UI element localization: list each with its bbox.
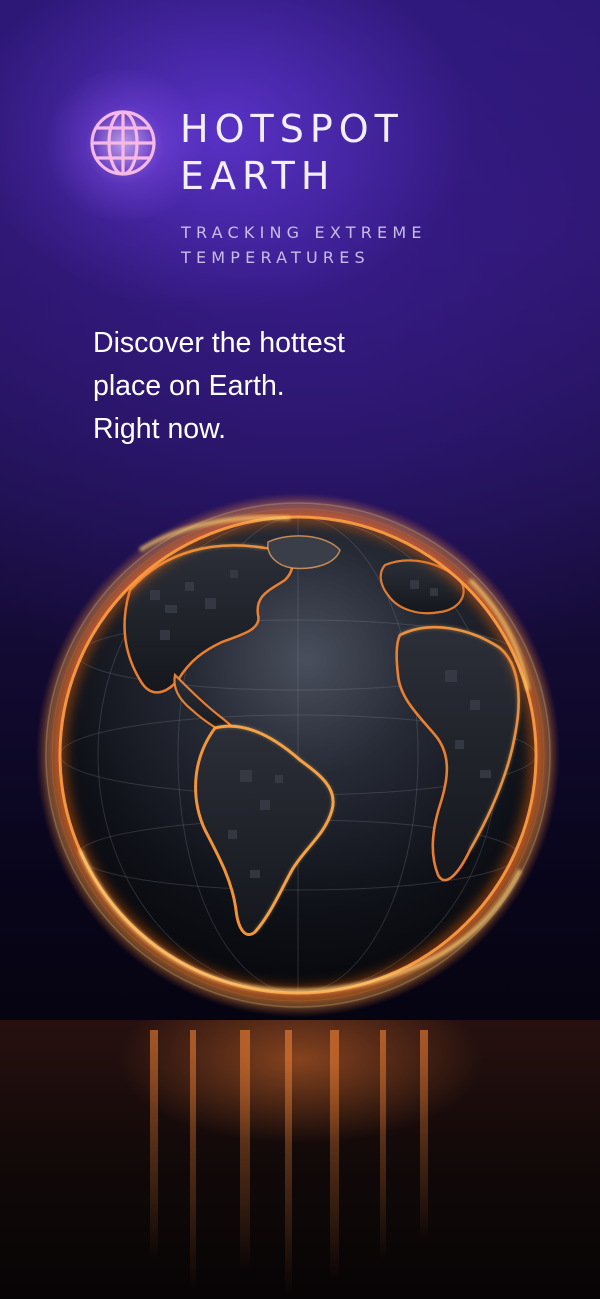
hero-headline: Discover the hottest place on Earth. Rig… <box>93 322 345 451</box>
app-tagline-line1: TRACKING EXTREME <box>181 223 427 242</box>
app-title-line2: EARTH <box>180 154 336 198</box>
splash-screen: HOTSPOT EARTH TRACKING EXTREME TEMPERATU… <box>0 0 600 1299</box>
hero-line-1: Discover the hottest <box>93 327 345 359</box>
app-tagline: TRACKING EXTREME TEMPERATURES <box>181 220 427 270</box>
reflection-streaks <box>150 1030 428 1295</box>
hero-line-3: Right now. <box>93 413 227 445</box>
globe-icon <box>90 110 156 176</box>
app-title-line1: HOTSPOT <box>180 107 404 151</box>
app-tagline-line2: TEMPERATURES <box>181 248 370 267</box>
app-title: HOTSPOT EARTH <box>180 106 404 200</box>
hero-line-2: place on Earth. <box>93 370 285 402</box>
earth-globe-illustration <box>36 493 560 1017</box>
